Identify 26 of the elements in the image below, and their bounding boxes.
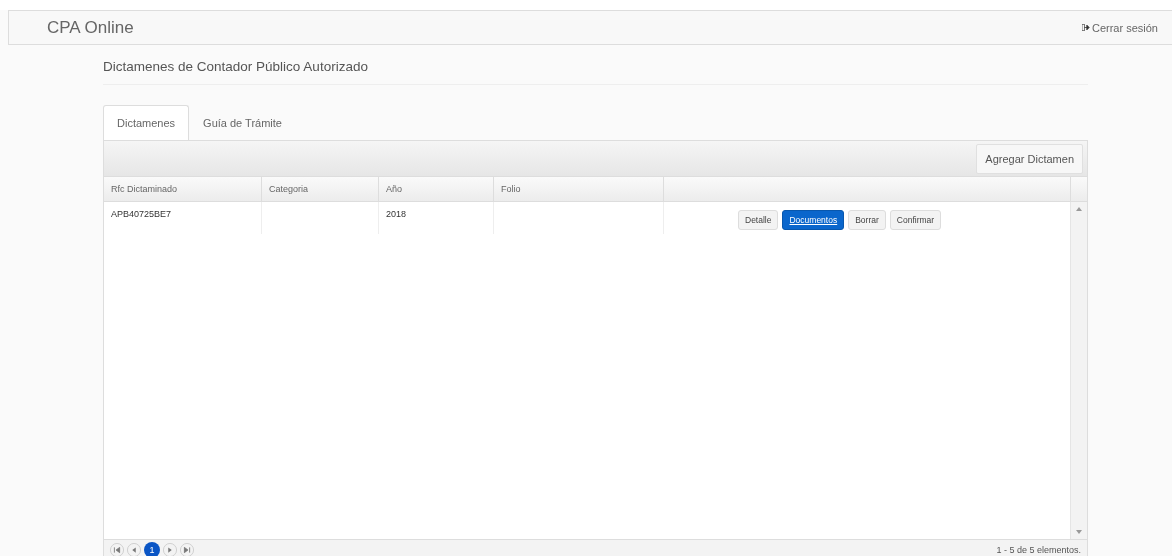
column-header[interactable]: Año [379,177,494,201]
tab[interactable]: Guía de Trámite [189,105,296,140]
scroll-up-icon[interactable] [1076,207,1082,211]
column-header[interactable]: Folio [494,177,664,201]
scrollbar[interactable] [1070,202,1087,539]
page-button[interactable]: 1 [144,542,160,556]
first-page-icon[interactable] [110,543,124,556]
scroll-down-icon[interactable] [1076,530,1082,534]
next-page-icon[interactable] [163,543,177,556]
logout-link[interactable]: Cerrar sesión [1081,21,1158,34]
logout-icon [1081,24,1090,31]
action-button[interactable]: Detalle [738,210,779,230]
action-button[interactable]: Borrar [848,210,886,230]
last-page-icon[interactable] [180,543,194,556]
add-button[interactable]: Agregar Dictamen [976,143,1083,174]
column-header[interactable]: Rfc Dictaminado [104,177,262,201]
pager-summary: 1 - 5 de 5 elementos. [996,545,1081,555]
brand-title[interactable]: CPA Online [47,17,134,38]
table-cell: APB40725BE7 [111,209,172,219]
action-button[interactable]: Confirmar [889,210,942,230]
action-button[interactable]: Documentos [782,210,845,230]
table-cell: 2018 [386,209,407,219]
page-title: Dictamenes de Contador Público Autorizado [103,45,1088,85]
previous-page-icon[interactable] [127,543,141,556]
tab[interactable]: Dictamenes [103,105,190,140]
column-header[interactable]: Categoria [262,177,379,201]
